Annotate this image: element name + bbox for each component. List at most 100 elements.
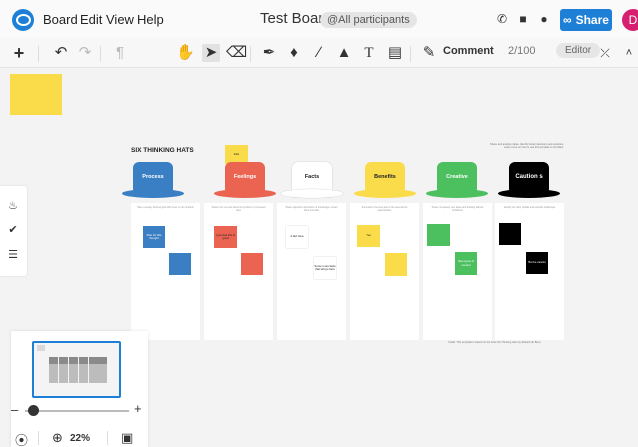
minimap-hat	[59, 357, 68, 364]
menu-board[interactable]: Board	[43, 12, 78, 27]
hat-label: Feelings	[225, 162, 265, 191]
minimap-hat	[79, 357, 88, 364]
link-icon: ∞	[563, 13, 572, 27]
undo-icon[interactable]: ↶	[52, 44, 70, 62]
text-icon[interactable]: T	[360, 44, 378, 62]
app-logo-icon[interactable]	[12, 9, 34, 31]
avatar[interactable]: D	[622, 9, 638, 31]
minimap-column	[69, 364, 78, 383]
zoom-in-icon[interactable]: +	[134, 401, 142, 416]
phone-icon[interactable]: ✆	[495, 12, 509, 26]
minimap-sticky	[37, 345, 45, 351]
column-instructions: Have a clearly defined goal with focus o…	[137, 206, 194, 209]
chat-icon[interactable]: ●	[537, 12, 551, 26]
highlighter-icon[interactable]: ♦	[285, 44, 303, 62]
presentation-icon[interactable]: ▣	[121, 430, 133, 446]
sticky-note[interactable]	[10, 74, 62, 115]
hat-label: Creative	[437, 162, 477, 191]
sticky-note[interactable]: Yes	[357, 225, 380, 247]
eraser-icon[interactable]: ⌫	[226, 44, 247, 62]
object-count: 2/100	[508, 45, 536, 57]
pointer-select-icon[interactable]: ➤	[202, 44, 220, 62]
minimap-divider	[107, 431, 108, 445]
sticky-note[interactable]	[427, 224, 450, 246]
column-feelings[interactable]: Share how you feel about the problem or …	[204, 203, 273, 340]
share-button[interactable]: ∞ Share	[560, 9, 612, 31]
toolbar: + ↶ ↷ ¶ ✋ ➤ ⌫ ✒ ♦ ∕ ▲ T ▤ ✎ ⤫ ˄	[0, 38, 638, 68]
zoom-fit-icon[interactable]: ⊕	[52, 430, 63, 446]
minimap-hat	[69, 357, 78, 364]
minimap-column	[89, 364, 98, 383]
hat-label: Process	[133, 162, 173, 191]
hat-brim	[281, 189, 343, 198]
menu-help[interactable]: Help	[137, 12, 164, 27]
column-instructions: Summarize the best side of the idea and …	[361, 206, 408, 213]
column-instructions: Share completely new ideas and thinking …	[431, 206, 484, 213]
hat-creative[interactable]: Creative	[426, 162, 488, 198]
zoom-slider-handle[interactable]	[28, 405, 39, 416]
hat-caution[interactable]: Caution s	[498, 162, 560, 198]
format-painter-icon[interactable]: ¶	[111, 44, 129, 62]
minimap-column	[79, 364, 88, 383]
comment-icon[interactable]: ✎	[420, 44, 438, 62]
collapse-icon[interactable]: ˄	[620, 44, 638, 62]
minimap-viewport[interactable]	[32, 341, 121, 398]
hat-process[interactable]: Process	[122, 162, 184, 198]
add-icon[interactable]: +	[10, 44, 28, 62]
sticky-note-icon[interactable]: ▤	[386, 44, 404, 62]
sticky-note[interactable]: A fact here	[286, 226, 308, 248]
sticky-note[interactable]	[385, 253, 407, 276]
menu-view[interactable]: View	[106, 12, 134, 27]
sticky-note[interactable]	[169, 253, 191, 275]
template-credit[interactable]: Credit: This template is based on the bo…	[448, 341, 541, 344]
minimap-divider	[38, 431, 39, 445]
menu-edit[interactable]: Edit	[80, 12, 102, 27]
checkmark-circle-icon[interactable]: ✔	[7, 224, 19, 236]
hat-facts[interactable]: Facts	[281, 162, 343, 198]
column-process[interactable]: Have a clearly defined goal with focus o…	[131, 203, 200, 340]
sticky-note[interactable]	[499, 223, 521, 245]
sticky-note[interactable]	[241, 253, 263, 275]
minimap-preview	[49, 357, 107, 383]
column-creative[interactable]: Share completely new ideas and thinking …	[423, 203, 492, 340]
minimap-column	[98, 364, 107, 383]
hat-benefits[interactable]: Benefits	[354, 162, 416, 198]
toolbar-divider	[250, 46, 251, 62]
column-facts[interactable]: Share objective information or knowledge…	[277, 203, 346, 340]
editor-role-badge[interactable]: Editor	[556, 43, 601, 58]
notification-bell-icon[interactable]: ♨	[7, 200, 19, 212]
minimap-column	[49, 364, 58, 383]
hat-label: Caution s	[509, 162, 549, 191]
sticky-note[interactable]: But be careful	[526, 252, 548, 274]
toolbar-divider	[410, 46, 411, 62]
minimap-hat	[89, 357, 98, 364]
hand-pan-icon[interactable]: ✋	[176, 44, 195, 62]
sticky-note[interactable]: I just feel this is great	[214, 226, 237, 248]
hat-brim	[426, 189, 488, 198]
menu-bar: Board Edit View Help Test Board @All par…	[0, 0, 638, 38]
comment-button[interactable]: Comment	[443, 45, 494, 57]
zoom-percentage[interactable]: 22%	[70, 433, 90, 444]
zoom-out-icon[interactable]: –	[11, 402, 18, 417]
hat-label: Benefits	[365, 162, 405, 191]
toolbar-divider	[38, 46, 39, 62]
shapes-icon[interactable]: ▲	[335, 44, 353, 62]
sticky-note[interactable]: Some more facts that will go here	[314, 257, 336, 279]
side-toolbar: ♨ ✔ ☰	[0, 186, 27, 276]
compass-icon[interactable]: ⦿	[15, 430, 28, 447]
zoom-slider[interactable]	[25, 410, 129, 412]
video-icon[interactable]: ■	[516, 12, 530, 26]
board-heading[interactable]: SIX THINKING HATS	[131, 147, 194, 154]
pen-icon[interactable]: ✒	[260, 44, 278, 62]
sticky-note[interactable]: Plan for this thought	[143, 226, 165, 248]
line-icon[interactable]: ∕	[310, 44, 328, 62]
hat-brim	[354, 189, 416, 198]
sticky-note[interactable]: New types of content	[455, 252, 477, 275]
column-cautions[interactable]: Identify the risks, pitfalls and possibl…	[495, 203, 564, 340]
list-icon[interactable]: ☰	[7, 249, 19, 261]
column-benefits[interactable]: Summarize the best side of the idea and …	[350, 203, 419, 340]
redo-icon[interactable]: ↷	[76, 44, 94, 62]
template-description[interactable]: Share and analyze ideas. Identify better…	[488, 143, 564, 150]
hat-feelings[interactable]: Feelings	[214, 162, 276, 198]
participants-badge[interactable]: @All participants	[320, 12, 417, 28]
